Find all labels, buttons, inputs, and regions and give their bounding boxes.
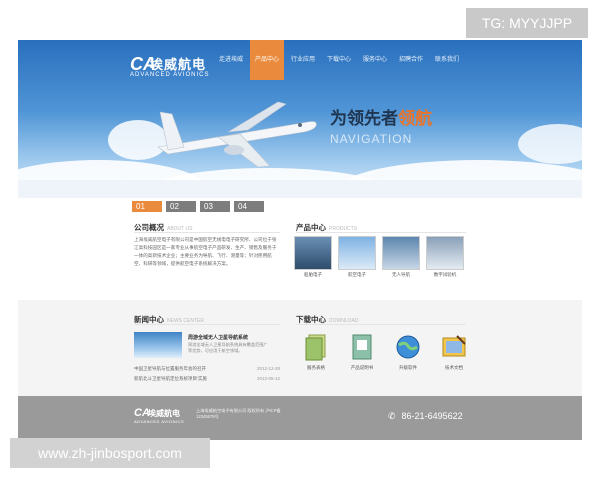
globe-icon — [396, 335, 420, 359]
news-feature-desc: 周游全域无人卫星导航系统具有覆盖范围广等优势，可应用于航空领域。 — [188, 342, 268, 353]
product-item[interactable]: 无人导航 — [382, 236, 420, 278]
download-item[interactable]: 服务表格 — [296, 332, 336, 371]
cloud — [518, 124, 582, 164]
divider — [134, 232, 280, 233]
news-feature-image[interactable] — [134, 332, 182, 358]
nav-item-service[interactable]: 服务中心 — [358, 40, 392, 80]
slogan-english: NAVIGATION — [330, 132, 413, 146]
company-title: 公司概况 — [134, 223, 164, 232]
download-label: 升级软件 — [399, 365, 417, 370]
tg-watermark: TG: MYYJJPP — [466, 8, 588, 38]
footer-logo-cn: 埃威航电 — [148, 409, 180, 418]
device-image — [426, 236, 464, 270]
phone-number: 86-21-6495622 — [401, 411, 463, 421]
nav-item-industry[interactable]: 行业应用 — [286, 40, 320, 80]
nav-item-products[interactable]: 产品中心 — [250, 40, 284, 80]
download-label: 产品说明书 — [350, 365, 374, 370]
divider — [296, 232, 466, 233]
download-item[interactable]: 产品说明书 — [342, 332, 382, 371]
nav-item-about[interactable]: 走进埃威 — [214, 40, 248, 80]
divider — [296, 324, 466, 325]
document-icon — [305, 334, 326, 361]
ship-image — [294, 236, 332, 270]
aircraft-image — [338, 236, 376, 270]
product-item[interactable]: 船舶电子 — [294, 236, 332, 278]
cloud-bank — [18, 180, 582, 198]
product-item[interactable]: 数字试验机 — [426, 236, 464, 278]
footer: CA 埃威航电 ADVANCED AVIONICS 上海埃威航空电子有限公司 版… — [18, 396, 582, 440]
nav-item-contact[interactable]: 联系我们 — [430, 40, 464, 80]
news-item-date: 2012-12-28 — [256, 366, 280, 371]
news-item[interactable]: 中国卫星导航与位置服务年会的召开 2012-12-28 — [134, 366, 280, 372]
product-label: 航空电子 — [348, 272, 366, 277]
slogan-text: 为领先者 — [330, 109, 398, 128]
footer-logo-en: ADVANCED AVIONICS — [134, 419, 185, 424]
picture-icon — [442, 335, 466, 357]
download-label: 技术文档 — [445, 365, 463, 370]
company-description: 上海埃威航空电子有限公司是中国航空无线电电子研究所、公司位于张江高科技园区是一家… — [134, 237, 277, 266]
radar-image — [382, 236, 420, 270]
products-title: 产品中心 — [296, 223, 326, 232]
logo-name-cn: 埃威航电 — [150, 57, 207, 72]
news-feature-title[interactable]: 周游全域无人卫星导航系统 — [188, 334, 248, 341]
footer-phone[interactable]: ✆ 86-21-6495622 — [388, 411, 463, 422]
downloads-title: 下载中心 — [296, 315, 326, 324]
nav-item-jobs[interactable]: 招聘合作 — [394, 40, 428, 80]
product-item[interactable]: 航空电子 — [338, 236, 376, 278]
news-item-text: 新航北斗卫星导航定位系统项目'实施 — [134, 376, 207, 381]
news-item-text: 中国卫星导航与位置服务年会的召开 — [134, 366, 206, 371]
logo-name-en: ADVANCED AVIONICS — [130, 72, 210, 78]
slogan-highlight: 领航 — [398, 109, 432, 128]
slide-tab-2[interactable]: 02 — [166, 201, 196, 212]
product-label: 船舶电子 — [304, 272, 322, 277]
news-item[interactable]: 新航北斗卫星导航定位系统项目'实施 2012-05-12 — [134, 376, 280, 382]
download-item[interactable]: 技术文档 — [434, 332, 474, 371]
webpage-mockup: CA 埃威航电 ADVANCED AVIONICS 走进埃威 产品中心 行业应用… — [18, 40, 582, 440]
slide-tab-4[interactable]: 04 — [234, 201, 264, 212]
slide-tab-3[interactable]: 03 — [200, 201, 230, 212]
hero-slogan: 为领先者领航 — [330, 104, 432, 129]
product-label: 无人导航 — [392, 272, 410, 277]
hero-banner: CA 埃威航电 ADVANCED AVIONICS 走进埃威 产品中心 行业应用… — [18, 40, 582, 198]
download-label: 服务表格 — [307, 365, 325, 370]
nav-item-download[interactable]: 下载中心 — [322, 40, 356, 80]
url-watermark: www.zh-jinbosport.com — [10, 438, 210, 468]
phone-icon: ✆ — [388, 411, 396, 421]
news-item-date: 2012-05-12 — [256, 376, 280, 381]
airplane-icon — [157, 101, 317, 168]
footer-info: 上海埃威航空电子有限公司 版权所有 沪ICP备12345678号 — [196, 408, 281, 419]
news-title: 新闻中心 — [134, 315, 164, 324]
download-item[interactable]: 升级软件 — [388, 332, 428, 371]
manual-icon — [352, 334, 372, 360]
product-label: 数字试验机 — [433, 272, 457, 277]
divider — [134, 324, 280, 325]
slide-tab-1[interactable]: 01 — [132, 201, 162, 212]
